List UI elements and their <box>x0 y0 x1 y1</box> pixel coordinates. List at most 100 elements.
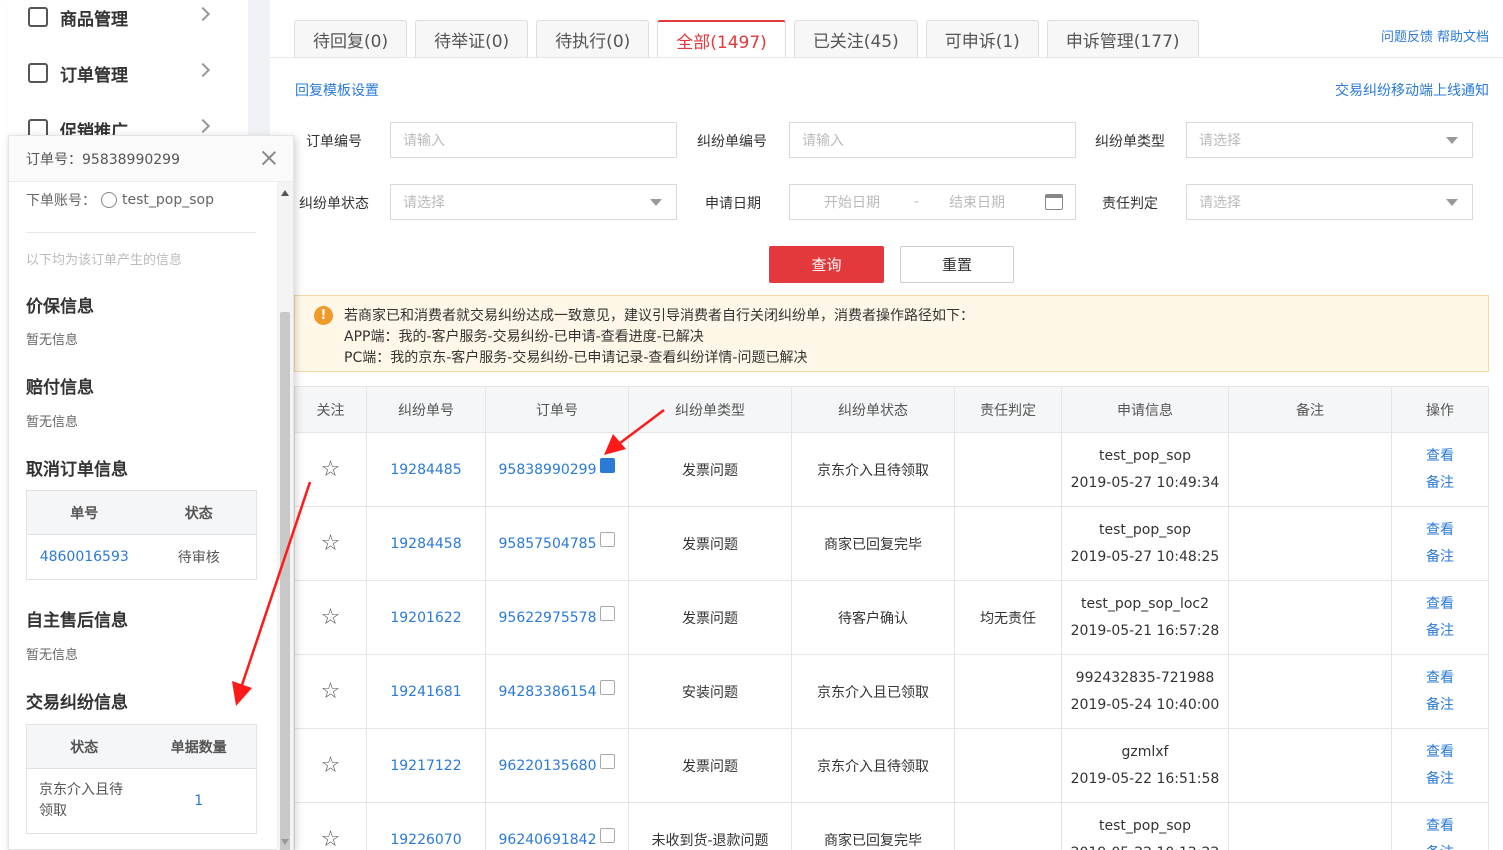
dispute-status-cell: 待客户确认 <box>792 581 955 655</box>
remark-link[interactable]: 备注 <box>1426 766 1454 793</box>
calendar-icon[interactable] <box>1045 194 1063 210</box>
order-no-placeholder: 请输入 <box>403 133 445 149</box>
insurance-title: 价保信息 <box>26 297 94 317</box>
order-no-cell: 95857504785 <box>486 507 629 581</box>
col-dispute-type: 纠纷单类型 <box>629 387 792 433</box>
dispute-no-link[interactable]: 19284485 <box>390 462 461 478</box>
star-icon[interactable]: ☆ <box>321 679 341 704</box>
scroll-down-icon[interactable] <box>281 839 289 845</box>
tab-appeal-management[interactable]: 申诉管理(177) <box>1046 20 1199 58</box>
reset-button[interactable]: 重置 <box>900 246 1014 283</box>
dispute-no-link[interactable]: 19226070 <box>390 832 461 848</box>
dispute-no-input[interactable]: 请输入 <box>789 122 1076 158</box>
view-link[interactable]: 查看 <box>1426 665 1454 692</box>
query-button[interactable]: 查询 <box>769 246 884 283</box>
remark-link[interactable]: 备注 <box>1426 840 1454 850</box>
nav-item-orders[interactable]: 订单管理 <box>28 58 211 88</box>
actions-cell: 查看备注 <box>1392 803 1489 850</box>
dispute-status-cell: 京东介入且待领取 <box>792 433 955 507</box>
dispute-no-link[interactable]: 19284458 <box>390 536 461 552</box>
order-no-input[interactable]: 请输入 <box>390 122 677 158</box>
star-icon[interactable]: ☆ <box>321 605 341 630</box>
close-icon[interactable] <box>261 150 277 166</box>
chat-icon[interactable] <box>101 192 117 208</box>
actions-cell: 查看备注 <box>1392 581 1489 655</box>
dispute-no-link[interactable]: 19201622 <box>390 610 461 626</box>
apply-date-range[interactable]: 开始日期 - 结束日期 <box>789 184 1076 220</box>
view-link[interactable]: 查看 <box>1426 443 1454 470</box>
nav-item-products[interactable]: 商品管理 <box>28 2 211 32</box>
scrollbar-thumb[interactable] <box>280 312 290 850</box>
help-docs-link[interactable]: 帮助文档 <box>1437 30 1489 45</box>
tab-pending-reply[interactable]: 待回复(0) <box>294 20 408 58</box>
notice-line-3: PC端：我的京东-客户服务-交易纠纷-已申请记录-查看纠纷详情-问题已解决 <box>344 350 808 366</box>
apply-info-cell: test_pop_sop 2019-05-27 10:49:34 <box>1062 433 1229 507</box>
order-no-link[interactable]: 95857504785 <box>499 536 597 552</box>
remark-link[interactable]: 备注 <box>1426 544 1454 571</box>
panel-order-no: 订单号：95838990299 <box>26 151 180 168</box>
remark-cell <box>1229 655 1392 729</box>
follow-cell: ☆ <box>295 507 367 581</box>
scrollbar[interactable] <box>277 182 293 850</box>
order-no-link[interactable]: 96220135680 <box>499 758 597 774</box>
liability-cell <box>955 433 1062 507</box>
order-detail-icon[interactable] <box>600 828 616 843</box>
col-order-no: 订单号 <box>486 387 629 433</box>
applicant: test_pop_sop <box>1099 817 1191 834</box>
star-icon[interactable]: ☆ <box>321 753 341 778</box>
dispute-no-link[interactable]: 19241681 <box>390 684 461 700</box>
tab-appealable[interactable]: 可申诉(1) <box>925 20 1039 58</box>
order-detail-icon[interactable] <box>600 680 616 695</box>
view-link[interactable]: 查看 <box>1426 591 1454 618</box>
col-dispute-status: 纠纷单状态 <box>792 387 955 433</box>
dispute-type-select[interactable]: 请选择 <box>1186 122 1473 158</box>
order-detail-icon[interactable] <box>600 532 616 547</box>
reply-template-link[interactable]: 回复模板设置 <box>295 80 379 100</box>
dispute-no-placeholder: 请输入 <box>802 133 844 149</box>
order-no-label: 订单编号 <box>306 134 362 150</box>
dispute-info-status: 京东介入且待 领取 <box>27 780 142 822</box>
date-separator: - <box>914 194 920 210</box>
main-content: 待回复(0) 待举证(0) 待执行(0) 全部(1497) 已关注(45) 可申… <box>270 0 1503 850</box>
dispute-no-cell: 19284458 <box>367 507 486 581</box>
actions-cell: 查看备注 <box>1392 729 1489 803</box>
tab-pending-execution[interactable]: 待执行(0) <box>536 20 650 58</box>
dispute-no-link[interactable]: 19217122 <box>390 758 461 774</box>
tab-followed[interactable]: 已关注(45) <box>793 20 918 58</box>
feedback-link[interactable]: 问题反馈 <box>1381 30 1433 45</box>
tab-bar: 待回复(0) 待举证(0) 待执行(0) 全部(1497) 已关注(45) 可申… <box>294 20 1207 58</box>
order-no-link[interactable]: 94283386154 <box>499 684 597 700</box>
tab-divider <box>270 57 1503 58</box>
order-detail-icon[interactable] <box>600 606 616 621</box>
remark-link[interactable]: 备注 <box>1426 692 1454 719</box>
view-link[interactable]: 查看 <box>1426 739 1454 766</box>
product-icon <box>28 7 48 27</box>
order-no-link[interactable]: 95838990299 <box>499 462 597 478</box>
order-no-link[interactable]: 96240691842 <box>499 832 597 848</box>
view-link[interactable]: 查看 <box>1426 813 1454 840</box>
tab-pending-evidence[interactable]: 待举证(0) <box>415 20 529 58</box>
order-no-cell: 95622975578 <box>486 581 629 655</box>
remark-link[interactable]: 备注 <box>1426 470 1454 497</box>
order-no-link[interactable]: 95622975578 <box>499 610 597 626</box>
order-detail-icon[interactable] <box>600 754 616 769</box>
cancel-order-number-link[interactable]: 4860016593 <box>27 549 142 565</box>
star-icon[interactable]: ☆ <box>321 827 341 850</box>
star-icon[interactable]: ☆ <box>321 531 341 556</box>
scroll-up-icon[interactable] <box>281 190 289 196</box>
dispute-type-cell: 发票问题 <box>629 729 792 803</box>
cancel-order-table: 单号 状态 4860016593 待审核 <box>26 490 257 580</box>
tab-all[interactable]: 全部(1497) <box>657 20 786 58</box>
liability-select[interactable]: 请选择 <box>1186 184 1473 220</box>
dispute-status-select[interactable]: 请选择 <box>390 184 677 220</box>
view-link[interactable]: 查看 <box>1426 517 1454 544</box>
star-icon[interactable]: ☆ <box>321 457 341 482</box>
remark-link[interactable]: 备注 <box>1426 618 1454 645</box>
start-date-placeholder[interactable]: 开始日期 <box>824 192 880 212</box>
mobile-notice-link[interactable]: 交易纠纷移动端上线通知 <box>1335 80 1489 100</box>
dispute-count-link[interactable]: 1 <box>142 793 256 809</box>
order-detail-icon[interactable] <box>600 458 616 473</box>
end-date-placeholder[interactable]: 结束日期 <box>949 192 1005 212</box>
panel-body: 下单账号： test_pop_sop 以下均为该订单产生的信息 价保信息 暂无信… <box>9 182 277 850</box>
order-no-cell: 94283386154 <box>486 655 629 729</box>
